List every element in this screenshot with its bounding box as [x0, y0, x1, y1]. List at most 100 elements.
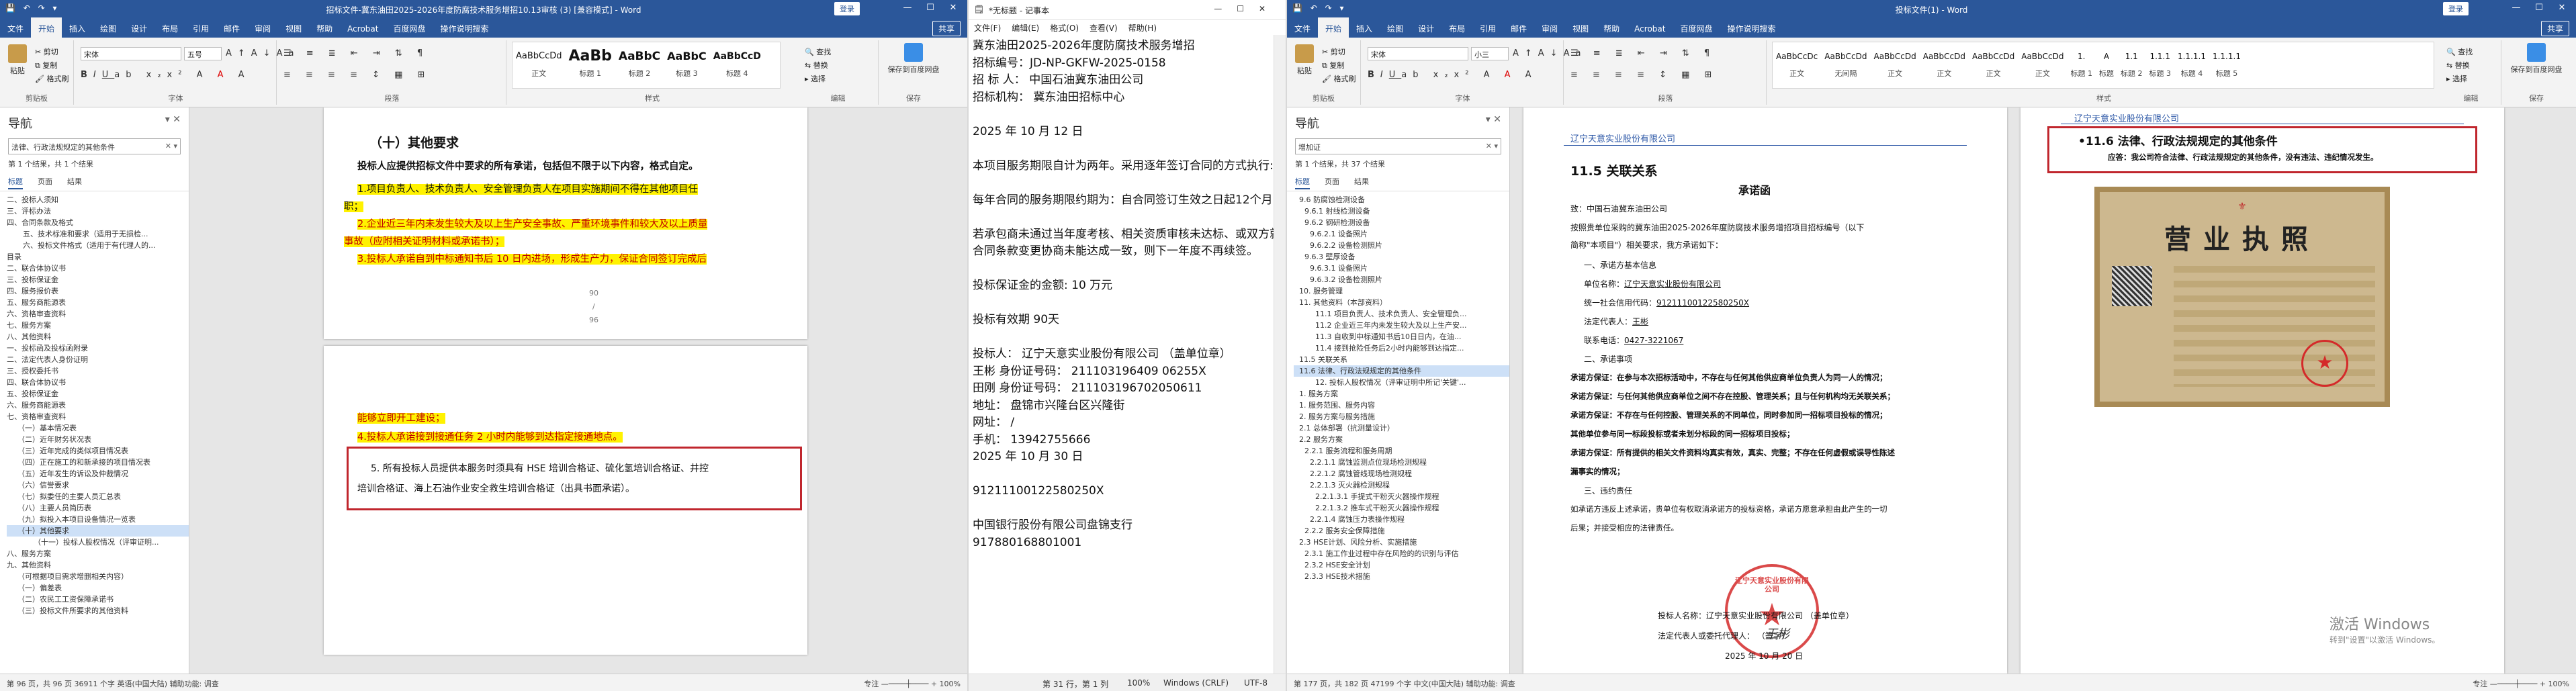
nav-heading-item[interactable]: （八）主要人员简历表	[7, 502, 189, 514]
nav-heading-item[interactable]: （六）信誉要求	[7, 479, 189, 491]
nav-heading-item[interactable]: 2.3.1 施工作业过程中存在风险的的识别与评估	[1294, 548, 1509, 559]
nav-heading-item[interactable]: 目录	[7, 251, 189, 263]
nav-heading-item[interactable]: 六、服务商能源表	[7, 400, 189, 411]
share-button[interactable]: 共享	[2540, 21, 2569, 36]
close-icon[interactable]: ✕	[2550, 3, 2573, 13]
nav-heading-item[interactable]: 9.6.3.2 设备检测照片	[1294, 274, 1509, 285]
tab-references[interactable]: 引用	[185, 17, 216, 38]
style-gallery-item[interactable]: AaBbCcDd 正文	[1920, 42, 1969, 87]
nav-heading-item[interactable]: 11.1 项目负责人、技术负责人、安全管理负...	[1294, 308, 1509, 320]
nav-heading-item[interactable]: 二、法定代表人身份证明	[7, 354, 189, 365]
nav-heading-item[interactable]: 2.2.1.2 腐蚀管线现场检测规程	[1294, 468, 1509, 479]
nav-heading-item[interactable]: 六、资格审查资料	[7, 308, 189, 320]
tab-baidu[interactable]: 百度网盘	[386, 17, 433, 38]
tab-design[interactable]: 设计	[1411, 17, 1441, 38]
tab-view[interactable]: 视图	[1565, 17, 1596, 38]
font-format-tools[interactable]: BIUab x₂x² A A A	[81, 70, 251, 80]
nav-heading-item[interactable]: （四）正在施工的和新承接的项目情况表	[7, 457, 189, 468]
font-size-select[interactable]: 五号	[184, 47, 222, 60]
tab-references[interactable]: 引用	[1472, 17, 1503, 38]
tab-help[interactable]: 帮助	[309, 17, 340, 38]
style-normal[interactable]: AaBbCcDd 正文	[513, 42, 566, 87]
nav-heading-item[interactable]: 五、服务商能源表	[7, 297, 189, 308]
copy-button[interactable]: ⧉ 复制	[35, 59, 69, 73]
nav-heading-item[interactable]: （三）近年完成的类似项目情况表	[7, 445, 189, 457]
nav-heading-item[interactable]: 11.5 关联关系	[1294, 354, 1509, 365]
format-painter-button[interactable]: 🖌 格式刷	[35, 73, 69, 86]
close-icon[interactable]: ▾ ✕	[1486, 114, 1501, 125]
style-gallery-item[interactable]: 1. 标题 1	[2067, 42, 2096, 87]
nav-heading-item[interactable]: （五）近年发生的诉讼及仲裁情况	[7, 468, 189, 479]
save-to-baidu-button[interactable]: 保存到百度网盘	[2508, 43, 2565, 75]
tab-insert[interactable]: 插入	[62, 17, 93, 38]
nav-heading-item[interactable]: 2.2.1.3.2 推车式干粉灭火器操作规程	[1294, 502, 1509, 514]
nav-heading-item[interactable]: （十）其他要求	[7, 525, 189, 537]
save-to-baidu-button[interactable]: 保存到百度网盘	[885, 43, 942, 75]
find-button[interactable]: 🔍 查找	[2446, 46, 2473, 59]
tab-layout[interactable]: 布局	[154, 17, 185, 38]
nav-heading-item[interactable]: 9.6.2.2 设备检测照片	[1294, 240, 1509, 251]
close-icon[interactable]: ▾ ✕	[165, 114, 181, 125]
nav-heading-item[interactable]: 四、合同条款及格式	[7, 217, 189, 228]
nav-heading-item[interactable]: 2.1 总体部署（抗测量设计）	[1294, 422, 1509, 434]
nav-heading-item[interactable]: （七）拟委任的主要人员汇总表	[7, 491, 189, 502]
close-icon[interactable]: ✕	[942, 3, 965, 13]
tab-draw[interactable]: 绘图	[1380, 17, 1411, 38]
nav-heading-item[interactable]: 2.2 服务方案	[1294, 434, 1509, 445]
nav-heading-item[interactable]: 11.4 接到抢险任务后2小时内能够到达指定...	[1294, 342, 1509, 354]
replace-button[interactable]: ⇆ 替换	[805, 59, 831, 73]
nav-heading-item[interactable]: 2. 服务方案与服务措施	[1294, 411, 1509, 422]
align-tools[interactable]: ≡ ≡ ≡ ≡ ↕ ▦ ⊞	[283, 70, 431, 80]
tab-layout[interactable]: 布局	[1441, 17, 1472, 38]
cut-button[interactable]: ✂ 剪切	[1322, 46, 1356, 59]
nav-heading-item[interactable]: （二）近年财务状况表	[7, 434, 189, 445]
nav-heading-item[interactable]: （一）基本情况表	[7, 422, 189, 434]
share-button[interactable]: 共享	[932, 21, 961, 36]
nav-heading-item[interactable]: 七、资格审查资料	[7, 411, 189, 422]
nav-heading-item[interactable]: 五、技术标准和要求（适用于无损检...	[7, 228, 189, 240]
font-format-tools[interactable]: BIUab x₂x² A A A	[1368, 70, 1538, 80]
style-gallery-item[interactable]: 1.1.1.1 标题 4	[2174, 42, 2209, 87]
nav-heading-item[interactable]: 六、投标文件格式（适用于有代理人的...	[7, 240, 189, 251]
tab-review[interactable]: 审阅	[1534, 17, 1565, 38]
style-heading-1[interactable]: AaBb 标题 1	[566, 42, 615, 87]
nav-heading-item[interactable]: 11.3 自收到中标通知书后10日日内，在油...	[1294, 331, 1509, 342]
align-tools[interactable]: ≡ ≡ ≡ ≡ ↕ ▦ ⊞	[1570, 70, 1718, 80]
tab-file[interactable]: 文件	[0, 17, 31, 38]
list-tools[interactable]: ☰ ≡ ≣ ⇤ ⇥ ⇅ ¶	[1570, 48, 1716, 58]
nav-heading-item[interactable]: 9.6 防腐蚀检测设备	[1294, 194, 1509, 205]
notepad-text-area[interactable]: 冀东油田2025-2026年度防腐技术服务增招 招标编号：JD-NP-GKFW-2…	[969, 35, 1274, 674]
tab-insert[interactable]: 插入	[1349, 17, 1380, 38]
nav-heading-item[interactable]: 2.2.1.3 灭火器检测规程	[1294, 479, 1509, 491]
menu-format[interactable]: 格式(O)	[1045, 20, 1084, 36]
nav-heading-item[interactable]: 9.6.2 钢研检测设备	[1294, 217, 1509, 228]
nav-heading-item[interactable]: 2.3.2 HSE安全计划	[1294, 559, 1509, 571]
menu-view[interactable]: 查看(V)	[1084, 20, 1123, 36]
menu-help[interactable]: 帮助(H)	[1123, 20, 1162, 36]
nav-heading-item[interactable]: 2.2.1.4 腐蚀压力表操作规程	[1294, 514, 1509, 525]
style-heading-3[interactable]: AaBbC 标题 3	[664, 42, 710, 87]
find-button[interactable]: 🔍 查找	[805, 46, 831, 59]
style-gallery-item[interactable]: 1.1.1 标题 3	[2145, 42, 2174, 87]
nav-heading-item[interactable]: 9.6.3 壁厚设备	[1294, 251, 1509, 263]
minimize-icon[interactable]: —	[896, 3, 919, 13]
tab-mailings[interactable]: 邮件	[1503, 17, 1534, 38]
nav-heading-item[interactable]: （一）偏差表	[7, 582, 189, 594]
zoom-control[interactable]: 专注 —────┼──── + 100%	[2473, 678, 2569, 689]
nav-heading-item[interactable]: 2.2.1 服务流程和服务周期	[1294, 445, 1509, 457]
style-gallery-item[interactable]: 1.1 标题 2	[2117, 42, 2146, 87]
style-heading-4[interactable]: AaBbCcD 标题 4	[710, 42, 764, 87]
nav-heading-item[interactable]: 四、服务报价表	[7, 285, 189, 297]
tab-home[interactable]: 开始	[1318, 17, 1349, 38]
select-button[interactable]: ▸ 选择	[805, 73, 831, 86]
window-controls[interactable]: —☐✕	[1214, 4, 1280, 13]
list-tools[interactable]: ☰ ≡ ≣ ⇤ ⇥ ⇅ ¶	[283, 48, 429, 58]
tab-file[interactable]: 文件	[1287, 17, 1318, 38]
nav-search-input[interactable]: 法律、行政法规规定的其他条件 ✕ ▾	[8, 138, 181, 154]
nav-heading-item[interactable]: （可根据项目需求增删相关内容）	[7, 571, 189, 582]
font-name-select[interactable]: 宋体	[81, 47, 181, 60]
clear-icon[interactable]: ✕ ▾	[1486, 142, 1498, 150]
paste-button[interactable]: 粘贴	[1291, 44, 1318, 76]
tab-acrobat[interactable]: Acrobat	[340, 19, 386, 38]
tab-design[interactable]: 设计	[124, 17, 154, 38]
